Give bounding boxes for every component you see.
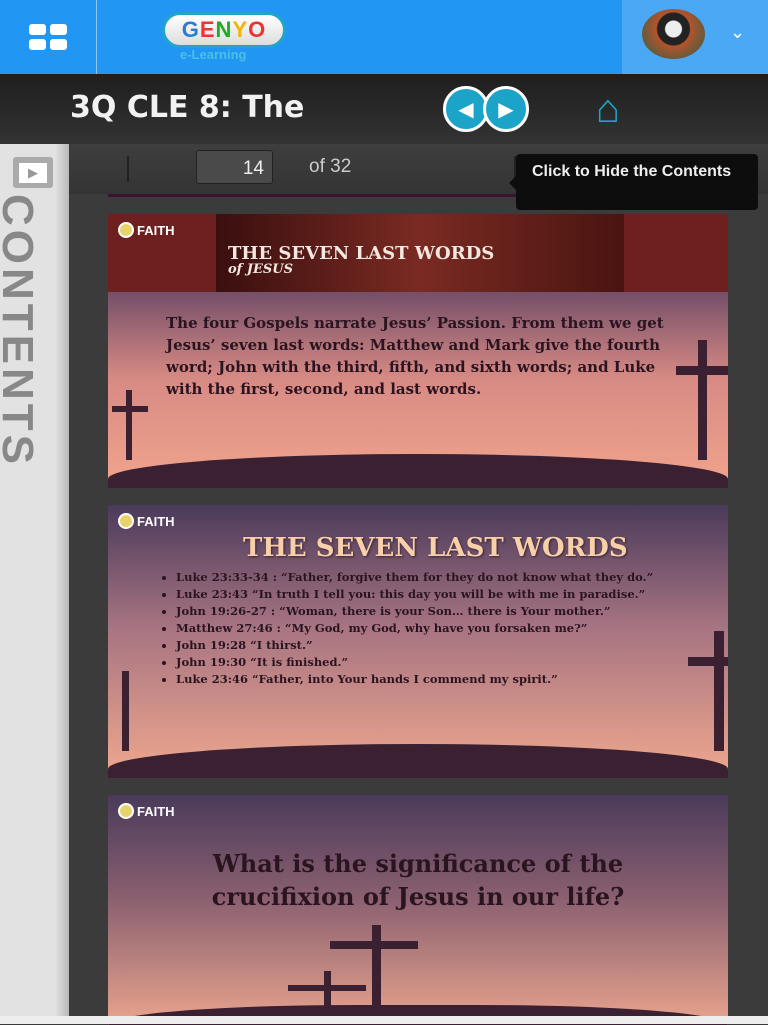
faith-logo: FAITH: [118, 803, 175, 819]
home-icon[interactable]: ⌂: [580, 86, 636, 132]
top-bar: GENYO e-Learning ⌄: [0, 0, 768, 74]
contents-label: CONTENTS: [0, 194, 42, 468]
list-item: John 19:26-27 : “Woman, there is your So…: [176, 603, 716, 620]
slide-text: The four Gospels narrate Jesus’ Passion.…: [166, 314, 664, 398]
list-item: Matthew 27:46 : “My God, my God, why hav…: [176, 620, 716, 637]
hill-silhouette: [108, 744, 728, 778]
bottom-strip: [0, 1016, 768, 1024]
play-icon: ▶: [19, 162, 47, 183]
divider: [127, 156, 129, 182]
page-number-input[interactable]: 14: [196, 150, 273, 184]
lesson-title-bar: 3Q CLE 8: The ◀ ▶ ⌂: [0, 74, 768, 144]
list-item: Luke 23:46 “Father, into Your hands I co…: [176, 671, 716, 688]
chevron-down-icon[interactable]: ⌄: [730, 22, 745, 43]
page-count: of 32: [309, 156, 352, 177]
prev-next-buttons[interactable]: ◀ ▶: [443, 86, 535, 132]
hide-contents-tooltip: Click to Hide the Contents: [509, 154, 758, 210]
banner-title: THE SEVEN LAST WORDS of JESUS: [228, 243, 495, 278]
slide-title: What is the significance of the crucifix…: [211, 849, 625, 911]
slide-seven-last-words-list: FAITH THE SEVEN LAST WORDS Luke 23:33-34…: [108, 505, 728, 778]
genyo-logo[interactable]: GENYO: [162, 12, 286, 48]
logo-subtitle: e-Learning: [180, 47, 247, 62]
hill-silhouette: [108, 454, 728, 488]
slide-seven-last-words-intro: FAITH THE SEVEN LAST WORDS of JESUS The f…: [108, 214, 728, 488]
list-item: John 19:28 “I thirst.”: [176, 637, 716, 654]
list-item: John 19:30 “It is finished.”: [176, 654, 716, 671]
words-list: Luke 23:33-34 : “Father, forgive them fo…: [176, 569, 716, 688]
list-item: Luke 23:43 “In truth I tell you: this da…: [176, 586, 716, 603]
lesson-title: 3Q CLE 8: The: [70, 90, 305, 125]
grid-icon: [29, 24, 67, 50]
user-menu[interactable]: ⌄: [622, 0, 768, 74]
list-item: Luke 23:33-34 : “Father, forgive them fo…: [176, 569, 716, 586]
contents-sidebar[interactable]: ▶ CONTENTS: [0, 144, 69, 1016]
faith-logo: FAITH: [118, 222, 175, 238]
expand-contents-button[interactable]: ▶: [13, 157, 53, 188]
faith-logo: FAITH: [118, 513, 175, 529]
slide-significance-question: FAITH What is the significance of the cr…: [108, 795, 728, 1025]
next-arrow-icon[interactable]: ▶: [483, 86, 529, 132]
apps-menu-button[interactable]: [0, 0, 97, 74]
slide-viewer[interactable]: FAITH THE SEVEN LAST WORDS of JESUS The f…: [69, 194, 768, 1025]
slide-title: THE SEVEN LAST WORDS: [243, 533, 628, 563]
avatar[interactable]: [642, 9, 705, 59]
